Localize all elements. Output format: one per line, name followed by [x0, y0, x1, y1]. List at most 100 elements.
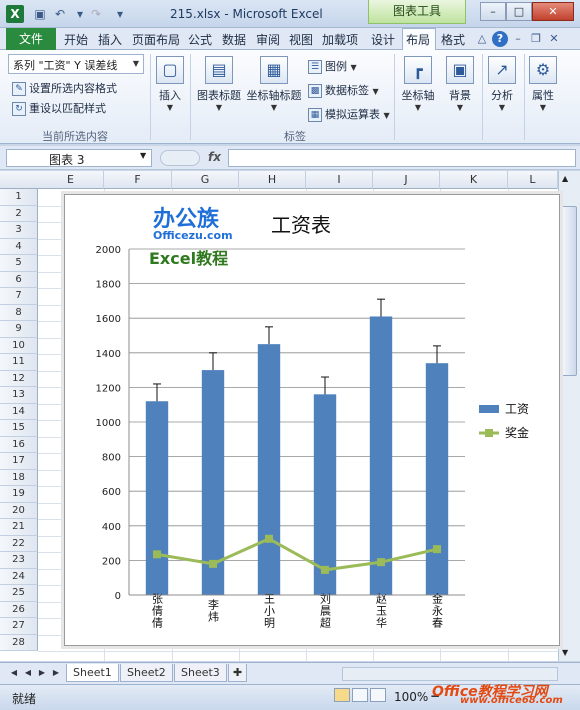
- column-header[interactable]: K: [440, 171, 508, 189]
- excel-app-icon[interactable]: X: [6, 5, 24, 23]
- page-layout-view-button[interactable]: [352, 688, 368, 702]
- row-header[interactable]: 20: [0, 502, 38, 519]
- background-button[interactable]: ▣ 背景 ▼: [442, 56, 478, 112]
- page-break-view-button[interactable]: [370, 688, 386, 702]
- close-workbook-icon[interactable]: ✕: [546, 31, 562, 47]
- row-header[interactable]: 28: [0, 634, 38, 651]
- format-selection-button[interactable]: ✎ 设置所选内容格式: [12, 80, 117, 96]
- tab-format[interactable]: 格式: [441, 31, 465, 48]
- maximize-button[interactable]: □: [506, 2, 532, 21]
- analysis-button[interactable]: ↗ 分析 ▼: [484, 56, 520, 112]
- scroll-up-arrow-icon[interactable]: ▲: [562, 174, 568, 183]
- row-header[interactable]: 5: [0, 255, 38, 272]
- chevron-down-icon[interactable]: ▾: [72, 6, 88, 22]
- help-icon[interactable]: ?: [492, 31, 508, 47]
- row-header[interactable]: 2: [0, 205, 38, 222]
- row-header[interactable]: 21: [0, 519, 38, 536]
- row-header[interactable]: 19: [0, 486, 38, 503]
- column-header[interactable]: F: [104, 171, 172, 189]
- scroll-down-arrow-icon[interactable]: ▼: [562, 648, 568, 657]
- next-sheet-icon[interactable]: ▶: [36, 666, 48, 680]
- tab-layout[interactable]: 布局: [406, 31, 430, 48]
- row-header[interactable]: 16: [0, 436, 38, 453]
- chart-object[interactable]: 办公族 Officezu.com Excel教程 工资表 0 200 400 600 8…: [64, 194, 560, 646]
- sheet-tab-sheet2[interactable]: Sheet2: [120, 664, 173, 682]
- data-labels-button[interactable]: ▩ 数据标签 ▼: [308, 82, 379, 98]
- properties-button[interactable]: ⚙ 属性 ▼: [526, 56, 560, 112]
- row-header[interactable]: 13: [0, 387, 38, 404]
- point-奖金[interactable]: [377, 558, 385, 567]
- row-header[interactable]: 26: [0, 601, 38, 618]
- row-header[interactable]: 6: [0, 271, 38, 288]
- normal-view-button[interactable]: [334, 688, 350, 702]
- column-header[interactable]: J: [373, 171, 440, 189]
- point-奖金[interactable]: [209, 559, 217, 568]
- bar-工资[interactable]: [425, 363, 449, 595]
- tab-review[interactable]: 审阅: [256, 31, 280, 48]
- row-header[interactable]: 22: [0, 535, 38, 552]
- point-奖金[interactable]: [433, 545, 441, 554]
- row-header[interactable]: 25: [0, 585, 38, 602]
- point-奖金[interactable]: [321, 565, 329, 574]
- row-header[interactable]: 3: [0, 222, 38, 239]
- row-header[interactable]: 11: [0, 354, 38, 371]
- collapse-ribbon-icon[interactable]: △: [474, 31, 490, 47]
- row-header[interactable]: 14: [0, 403, 38, 420]
- customize-quick-access-icon[interactable]: ▾: [112, 6, 128, 22]
- axis-titles-button[interactable]: ▦ 坐标轴标题 ▼: [246, 56, 302, 112]
- restore-workbook-icon[interactable]: ❐: [528, 31, 544, 47]
- sheet-tab-sheet1[interactable]: Sheet1: [66, 664, 119, 682]
- insert-sheet-icon[interactable]: ✚: [228, 664, 248, 682]
- row-header[interactable]: 1: [0, 189, 38, 206]
- tab-insert[interactable]: 插入: [98, 31, 122, 48]
- row-header[interactable]: 15: [0, 420, 38, 437]
- tab-file[interactable]: 文件: [6, 28, 56, 50]
- column-header[interactable]: E: [38, 171, 104, 189]
- save-icon[interactable]: ▣: [32, 6, 48, 22]
- insert-button[interactable]: ▢ 插入 ▼: [154, 56, 186, 112]
- first-sheet-icon[interactable]: ◀: [8, 666, 20, 680]
- prev-sheet-icon[interactable]: ◀: [22, 666, 34, 680]
- row-header[interactable]: 7: [0, 288, 38, 305]
- legend-button[interactable]: ☰ 图例 ▼: [308, 58, 357, 74]
- row-header[interactable]: 24: [0, 568, 38, 585]
- row-header[interactable]: 27: [0, 618, 38, 635]
- tab-home[interactable]: 开始: [64, 31, 88, 48]
- bar-工资[interactable]: [257, 344, 281, 595]
- bar-工资[interactable]: [145, 401, 169, 595]
- row-header[interactable]: 12: [0, 370, 38, 387]
- axes-button[interactable]: ┏ 坐标轴 ▼: [398, 56, 438, 112]
- data-table-button[interactable]: ▦ 模拟运算表 ▼: [308, 106, 390, 122]
- horizontal-scrollbar[interactable]: [342, 667, 558, 681]
- row-header[interactable]: 9: [0, 321, 38, 338]
- point-奖金[interactable]: [265, 534, 273, 543]
- row-header[interactable]: 4: [0, 238, 38, 255]
- chart-plot-svg[interactable]: 0 200 400 600 800 1000 1200 1400 1600 1800 2000 张倩倩…: [65, 195, 561, 647]
- close-button[interactable]: ✕: [532, 2, 574, 21]
- row-header[interactable]: 17: [0, 453, 38, 470]
- formula-input[interactable]: [228, 149, 576, 167]
- minimize-workbook-icon[interactable]: –: [510, 31, 526, 47]
- redo-icon[interactable]: ↷: [88, 6, 104, 22]
- row-header[interactable]: 18: [0, 469, 38, 486]
- chart-element-selector[interactable]: 系列 "工资" Y 误差线 ▼: [8, 54, 144, 74]
- name-box[interactable]: 图表 3: [6, 149, 152, 167]
- formula-bar-resize-handle[interactable]: [160, 150, 200, 166]
- vertical-scroll-thumb[interactable]: [561, 206, 577, 376]
- undo-icon[interactable]: ↶: [52, 6, 68, 22]
- tab-data[interactable]: 数据: [222, 31, 246, 48]
- zoom-level[interactable]: 100%: [394, 690, 428, 704]
- insert-function-button[interactable]: fx: [208, 150, 221, 164]
- column-header[interactable]: H: [239, 171, 306, 189]
- sheet-tab-sheet3[interactable]: Sheet3: [174, 664, 227, 682]
- column-header[interactable]: G: [172, 171, 239, 189]
- reset-to-match-style-button[interactable]: ↻ 重设以匹配样式: [12, 100, 106, 116]
- tab-formulas[interactable]: 公式: [188, 31, 212, 48]
- row-header[interactable]: 8: [0, 304, 38, 321]
- row-header[interactable]: 10: [0, 337, 38, 354]
- row-header[interactable]: 23: [0, 552, 38, 569]
- chevron-down-icon[interactable]: ▼: [140, 151, 146, 160]
- column-header[interactable]: L: [508, 171, 558, 189]
- bar-工资[interactable]: [369, 316, 393, 595]
- tab-design[interactable]: 设计: [371, 31, 395, 48]
